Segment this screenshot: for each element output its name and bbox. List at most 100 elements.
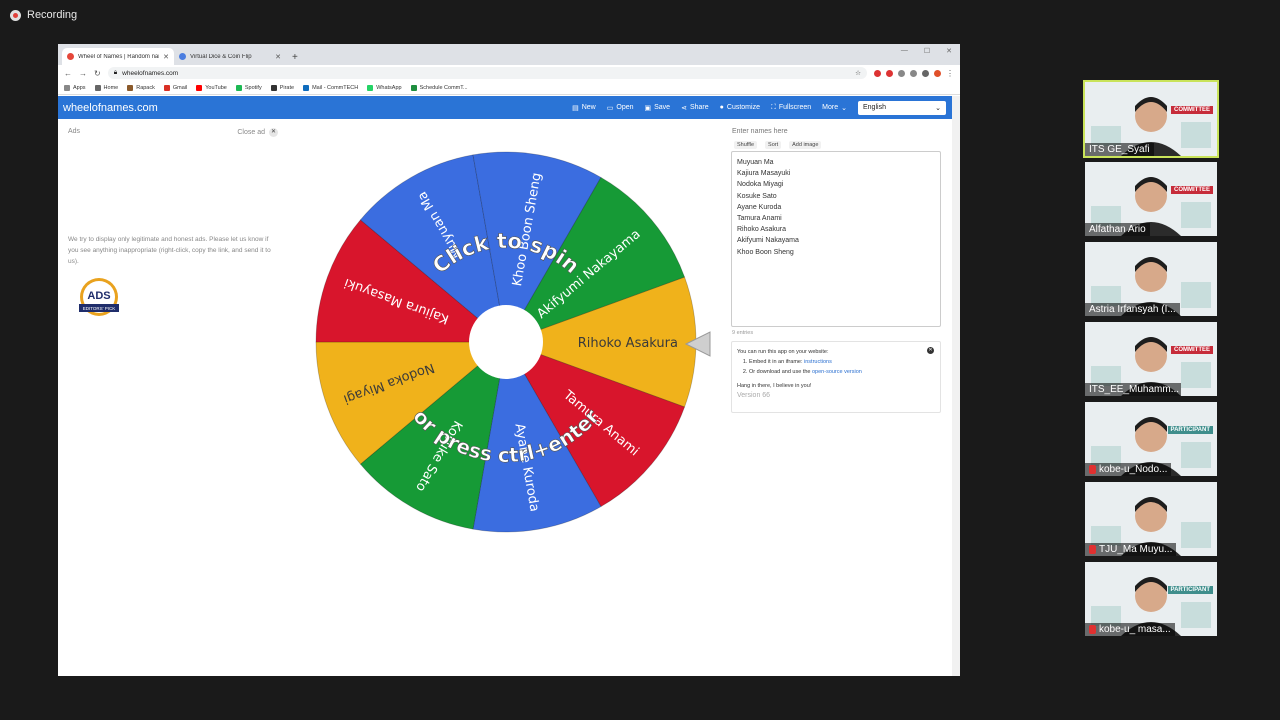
participant-tile[interactable]: TJU_Ma Muyu...: [1085, 482, 1217, 556]
info-item: Embed it in an iframe: instructions: [749, 357, 935, 367]
menu-dots-icon[interactable]: ⋮: [946, 69, 954, 78]
participant-name: Alfathan Ario: [1085, 223, 1150, 236]
file-icon: ▤: [572, 104, 579, 112]
ads-panel: Ads Close ad ✕ We try to display only le…: [68, 128, 278, 316]
bookmark-item[interactable]: YouTube: [196, 84, 227, 91]
bookmark-item[interactable]: Rapack: [127, 84, 155, 91]
names-textarea[interactable]: Muyuan Ma Kajiura Masayuki Nodoka Miyagi Ko…: [731, 151, 941, 327]
close-ad-button[interactable]: Close ad ✕: [237, 128, 278, 137]
language-select[interactable]: English ⌄: [858, 100, 946, 115]
extension-icon[interactable]: [874, 69, 881, 77]
bookmark-item[interactable]: Spotify: [235, 84, 262, 91]
wheel-center-hub[interactable]: [469, 305, 543, 379]
entries-count: 9 entries: [732, 330, 754, 336]
participant-name-text: ITS GE_Syafi: [1089, 144, 1150, 155]
back-icon[interactable]: ←: [64, 69, 72, 78]
reload-icon[interactable]: ↻: [94, 69, 101, 78]
nav-button-save[interactable]: ▣ Save: [645, 104, 671, 112]
participant-tile[interactable]: PARTICIPANT kobe-u_Nodo...: [1085, 402, 1217, 476]
entries-tool-sort[interactable]: Sort: [765, 141, 782, 149]
name-wheel[interactable]: Rihoko AsakuraTamura AnamiAyane KurodaKo…: [314, 150, 698, 534]
forward-icon[interactable]: →: [79, 69, 87, 78]
browser-tab[interactable]: Wheel of Names | Random nam ✕: [62, 48, 174, 65]
extension-icon[interactable]: [910, 69, 917, 77]
bookmark-item[interactable]: Pirate: [270, 84, 295, 91]
close-info-icon[interactable]: ✕: [927, 347, 934, 354]
wheel-segment-label: Rihoko Asakura: [578, 336, 678, 351]
bookmark-icon: [410, 84, 417, 91]
browser-tab[interactable]: Virtual Dice & Coin Flip ✕: [174, 48, 286, 65]
bookmark-icon: [270, 84, 277, 91]
entries-tool-shuffle[interactable]: Shuffle: [734, 141, 758, 149]
bookmark-label: Home: [103, 84, 119, 91]
maximize-icon[interactable]: ☐: [924, 47, 930, 55]
participant-tile[interactable]: PARTICIPANT kobe-u_ masa...: [1085, 562, 1217, 636]
participant-tile[interactable]: COMMITTEE ITS_EE_Muhamm...: [1085, 322, 1217, 396]
participant-name: TJU_Ma Muyu...: [1085, 543, 1177, 556]
participant-name: ITS_EE_Muhamm...: [1085, 383, 1181, 396]
participant-tile[interactable]: COMMITTEE Alfathan Ario: [1085, 162, 1217, 236]
nav-button-share[interactable]: ⋖ Share: [681, 104, 709, 112]
nav-button-more[interactable]: More ⌄: [822, 104, 847, 112]
entries-tool-add-image[interactable]: Add image: [789, 141, 822, 149]
save-icon: ▣: [644, 104, 652, 112]
page-scrollbar[interactable]: [952, 96, 960, 676]
participant-name: ITS GE_Syafi: [1085, 143, 1154, 156]
ads-label: Ads: [68, 128, 81, 135]
bookmark-label: WhatsApp: [376, 84, 402, 91]
role-banner: PARTICIPANT: [1167, 586, 1213, 594]
chevron-down-icon: ⌄: [935, 104, 941, 112]
instructions-link[interactable]: instructions: [804, 359, 832, 365]
minimize-icon[interactable]: —: [901, 47, 908, 55]
editors-pick-badge: ADS EDITORS' PICK: [79, 278, 119, 316]
participant-name-text: kobe-u_Nodo...: [1099, 464, 1168, 475]
new-tab-button[interactable]: +: [292, 52, 298, 63]
bookmark-icon: [64, 84, 70, 91]
url-field[interactable]: 🔒︎ wheelofnames.com ☆: [107, 67, 867, 79]
puzzle-icon[interactable]: [922, 69, 929, 77]
bookmark-item[interactable]: WhatsApp: [367, 84, 402, 91]
tab-title: Wheel of Names | Random nam: [78, 53, 160, 60]
open-source-link[interactable]: open-source version: [812, 369, 862, 375]
info-item: Or download and use the open-source vers…: [749, 367, 935, 377]
profile-avatar[interactable]: [934, 69, 941, 77]
nav-button-new[interactable]: ▤ New: [572, 104, 596, 112]
name-entry: Nodoka Miyagi: [737, 181, 784, 189]
nav-button-label: New: [581, 104, 596, 111]
name-entry: Muyuan Ma: [737, 159, 774, 166]
tab-favicon-icon: [67, 53, 74, 60]
star-icon[interactable]: ☆: [855, 69, 861, 77]
site-brand[interactable]: wheelofnames.com: [63, 102, 572, 114]
bookmark-item[interactable]: Schedule CommT...: [410, 84, 468, 91]
bookmark-item[interactable]: Apps: [64, 84, 86, 91]
share-icon: ⋖: [681, 104, 687, 112]
entries-label: Enter names here: [732, 128, 788, 135]
browser-window: Wheel of Names | Random nam ✕ Virtual Dice…: [58, 44, 960, 676]
bookmark-item[interactable]: Home: [94, 84, 119, 91]
nav-button-open[interactable]: ▭ Open: [607, 104, 634, 112]
nav-button-label: Fullscreen: [778, 104, 812, 111]
mic-muted-icon: [1089, 465, 1096, 474]
nav-button-customize[interactable]: ● Customize: [720, 104, 760, 111]
participant-name: kobe-u_ masa...: [1085, 623, 1175, 636]
participant-tile[interactable]: Astria Irfansyah (I...: [1085, 242, 1217, 316]
bookmark-label: Mail - CommTECH: [312, 84, 359, 91]
bookmark-icon: [367, 84, 374, 91]
address-bar: ← → ↻ 🔒︎ wheelofnames.com ☆ ⋮: [58, 65, 960, 81]
recording-indicator: Recording: [10, 9, 77, 21]
extension-icon[interactable]: [898, 69, 905, 77]
extension-icon[interactable]: [886, 69, 893, 77]
participant-name-text: Alfathan Ario: [1089, 224, 1146, 235]
nav-button-fullscreen[interactable]: ⛶ Fullscreen: [771, 104, 811, 112]
participant-tile[interactable]: COMMITTEE ITS GE_Syafi: [1083, 80, 1219, 158]
ads-disclaimer: We try to display only legitimate and ho…: [68, 236, 271, 265]
badge-top-text: ADS: [87, 290, 110, 302]
bookmark-item[interactable]: Gmail: [163, 84, 187, 91]
bookmark-item[interactable]: Mail - CommTECH: [303, 84, 359, 91]
window-controls: — ☐ ✕: [901, 47, 952, 55]
bookmark-label: Schedule CommT...: [419, 84, 468, 91]
close-tab-icon[interactable]: ✕: [163, 53, 169, 61]
close-tab-icon[interactable]: ✕: [275, 53, 281, 61]
close-window-icon[interactable]: ✕: [946, 47, 952, 55]
bookmark-label: Pirate: [279, 84, 295, 91]
